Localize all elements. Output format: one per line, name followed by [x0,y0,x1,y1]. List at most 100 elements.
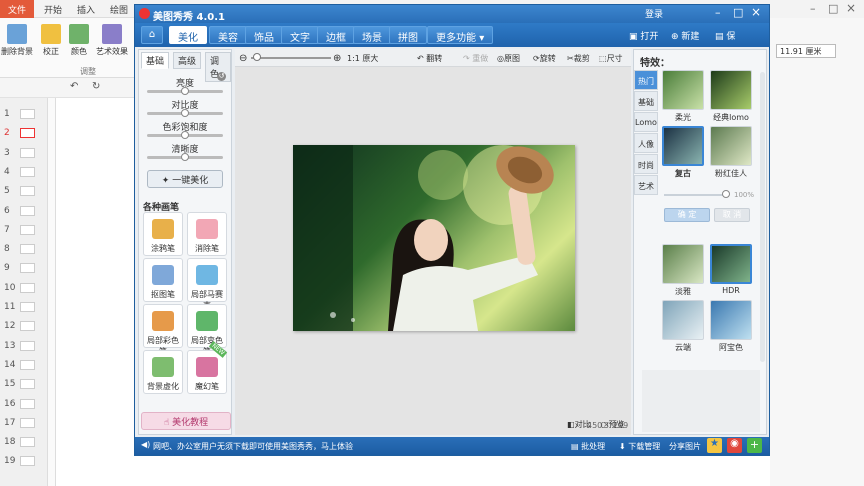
brightness-knob[interactable] [181,87,189,95]
photo-canvas[interactable] [293,145,575,331]
effect-vintage[interactable]: 复古 [662,126,704,179]
eraser-brush-button[interactable]: 消除笔 [187,212,227,256]
redo-button[interactable]: ↷ 重做 [463,53,488,64]
slide-thumbnail[interactable]: 13 [2,338,46,355]
rotate-button[interactable]: ⟳旋转 [533,53,556,64]
login-link[interactable]: 登录 [645,7,663,20]
opacity-knob[interactable] [722,190,730,198]
close-icon[interactable]: × [751,5,761,19]
tab-scene[interactable]: 场景 [353,26,391,44]
original-button[interactable]: ◎原图 [497,53,520,64]
slide-thumbnail[interactable]: 10 [2,280,46,297]
tab-file[interactable]: 文件 [0,0,35,18]
preview-button[interactable]: ▢预览 [601,419,625,430]
slide-thumbnail[interactable]: 6 [2,203,46,220]
download-manager-button[interactable]: ⬇ 下载管理 [619,441,660,452]
confirm-button[interactable]: 确 定 [664,208,710,222]
slide-thumbnail[interactable]: 3 [2,145,46,162]
slide-thumbnail[interactable]: 16 [2,396,46,413]
art-effect-button[interactable]: 艺术效果 [92,22,132,57]
tab-draw[interactable]: 绘图 [110,3,128,16]
cutout-brush-button[interactable]: 抠图笔 [143,258,183,302]
slide-thumbnail[interactable]: 18 [2,434,46,451]
effects-scrollbar[interactable] [760,72,765,362]
slide-thumbnail[interactable]: 9 [2,260,46,277]
effect-tab-portrait[interactable]: 人像 [634,133,658,153]
minimize-icon[interactable]: – [810,2,816,15]
slide-thumbnail[interactable]: 15 [2,376,46,393]
one-click-beautify-button[interactable]: ✦ 一键美化 [147,170,223,188]
home-button[interactable]: ⌂ [141,26,163,44]
effect-tab-lomo[interactable]: Lomo [634,112,658,132]
contrast-knob[interactable] [181,109,189,117]
zoom-out-icon[interactable]: ⊖ [239,53,247,64]
sharpness-knob[interactable] [181,153,189,161]
tab-accessories[interactable]: 饰品 [245,26,283,44]
effect-tab-fashion[interactable]: 时尚 [634,154,658,174]
tab-frame[interactable]: 边框 [317,26,355,44]
effect-tab-art[interactable]: 艺术 [634,175,658,195]
effect-tab-basic[interactable]: 基础 [634,91,658,111]
opacity-slider[interactable] [664,194,726,196]
maximize-icon[interactable]: □ [828,2,838,15]
mosaic-brush-button[interactable]: 局部马赛克 [187,258,227,310]
effect-abao-color[interactable]: 阿宝色 [710,300,752,353]
star-icon[interactable]: ★ [707,438,722,453]
compare-button[interactable]: ◧对比 [567,419,591,430]
tab-home[interactable]: 开始 [44,3,62,16]
slide-thumbnail[interactable]: 7 [2,222,46,239]
refresh-icon[interactable]: ↻ [92,81,100,92]
tab-beauty[interactable]: 美容 [209,26,247,44]
doodle-brush-button[interactable]: 涂鸦笔 [143,212,183,256]
subtab-advanced[interactable]: 高级 [173,52,202,69]
zoom-in-icon[interactable]: ⊕ [333,53,341,64]
crop-button[interactable]: ✂裁剪 [567,53,590,64]
tab-beautify[interactable]: 美化 [169,26,207,44]
slide-thumbnail[interactable]: 4 [2,164,46,181]
color-button[interactable]: 颜色 [62,22,96,57]
tab-text[interactable]: 文字 [281,26,319,44]
zoom-knob[interactable] [253,53,261,61]
subtab-basic[interactable]: 基础 [141,52,170,69]
batch-button[interactable]: ▤ 批处理 [571,441,605,452]
effect-hdr[interactable]: HDR [710,244,752,295]
slide-thumbnail[interactable]: 14 [2,357,46,374]
zoom-slider[interactable] [251,57,331,59]
effect-soft-light[interactable]: 柔光 [662,70,704,123]
actual-size-button[interactable]: 1:1 原大 [347,53,378,64]
slide-thumbnail[interactable]: 17 [2,415,46,432]
flip-button[interactable]: ↶ 翻转 [417,53,442,64]
effect-tab-hot[interactable]: 热门 [634,70,658,90]
add-share-icon[interactable]: + [747,438,762,453]
tab-more[interactable]: 更多功能 ▾ [427,26,494,44]
effect-elegant[interactable]: 淡雅 [662,244,704,297]
slide-thumbnail[interactable]: 11 [2,299,46,316]
status-message[interactable]: 网吧、办公室用户无须下载即可使用美图秀秀，马上体验 [153,441,353,452]
close-icon[interactable]: × [846,1,856,15]
cancel-button[interactable]: 取 消 [714,208,750,222]
undo-icon[interactable]: ↶ [70,81,78,92]
slide-thumbnail[interactable]: 2 [2,125,46,142]
blur-background-button[interactable]: 背景虚化 [143,350,183,394]
minimize-icon[interactable]: – [715,6,721,19]
tab-insert[interactable]: 插入 [77,3,95,16]
remove-background-button[interactable]: 删除背景 [0,22,34,57]
slide-thumbnail[interactable]: 5 [2,183,46,200]
slide-thumbnail[interactable]: 1 [2,106,46,123]
effect-cloud[interactable]: 云端 [662,300,704,353]
tutorial-button[interactable]: ☝ 美化教程 [141,412,231,430]
resize-button[interactable]: ⬚尺寸 [599,53,623,64]
new-button[interactable]: ⊕ 新建 [671,29,699,42]
effect-pink-lady[interactable]: 粉红佳人 [710,126,752,179]
maximize-icon[interactable]: □ [733,6,743,19]
slide-thumbnail[interactable]: 12 [2,318,46,335]
slide-thumbnail[interactable]: 8 [2,241,46,258]
tab-collage[interactable]: 拼图 [389,26,427,44]
save-button[interactable]: ▤ 保 [715,29,735,42]
open-button[interactable]: ▣ 打开 [629,29,658,42]
size-field[interactable]: 11.91 厘米 [776,44,836,58]
slide-thumbnail[interactable]: 19 [2,453,46,470]
effect-classic-lomo[interactable]: 经典lomo [710,70,752,123]
saturation-knob[interactable] [181,131,189,139]
recolor-brush-button[interactable]: 局部变色笔 [187,304,227,356]
